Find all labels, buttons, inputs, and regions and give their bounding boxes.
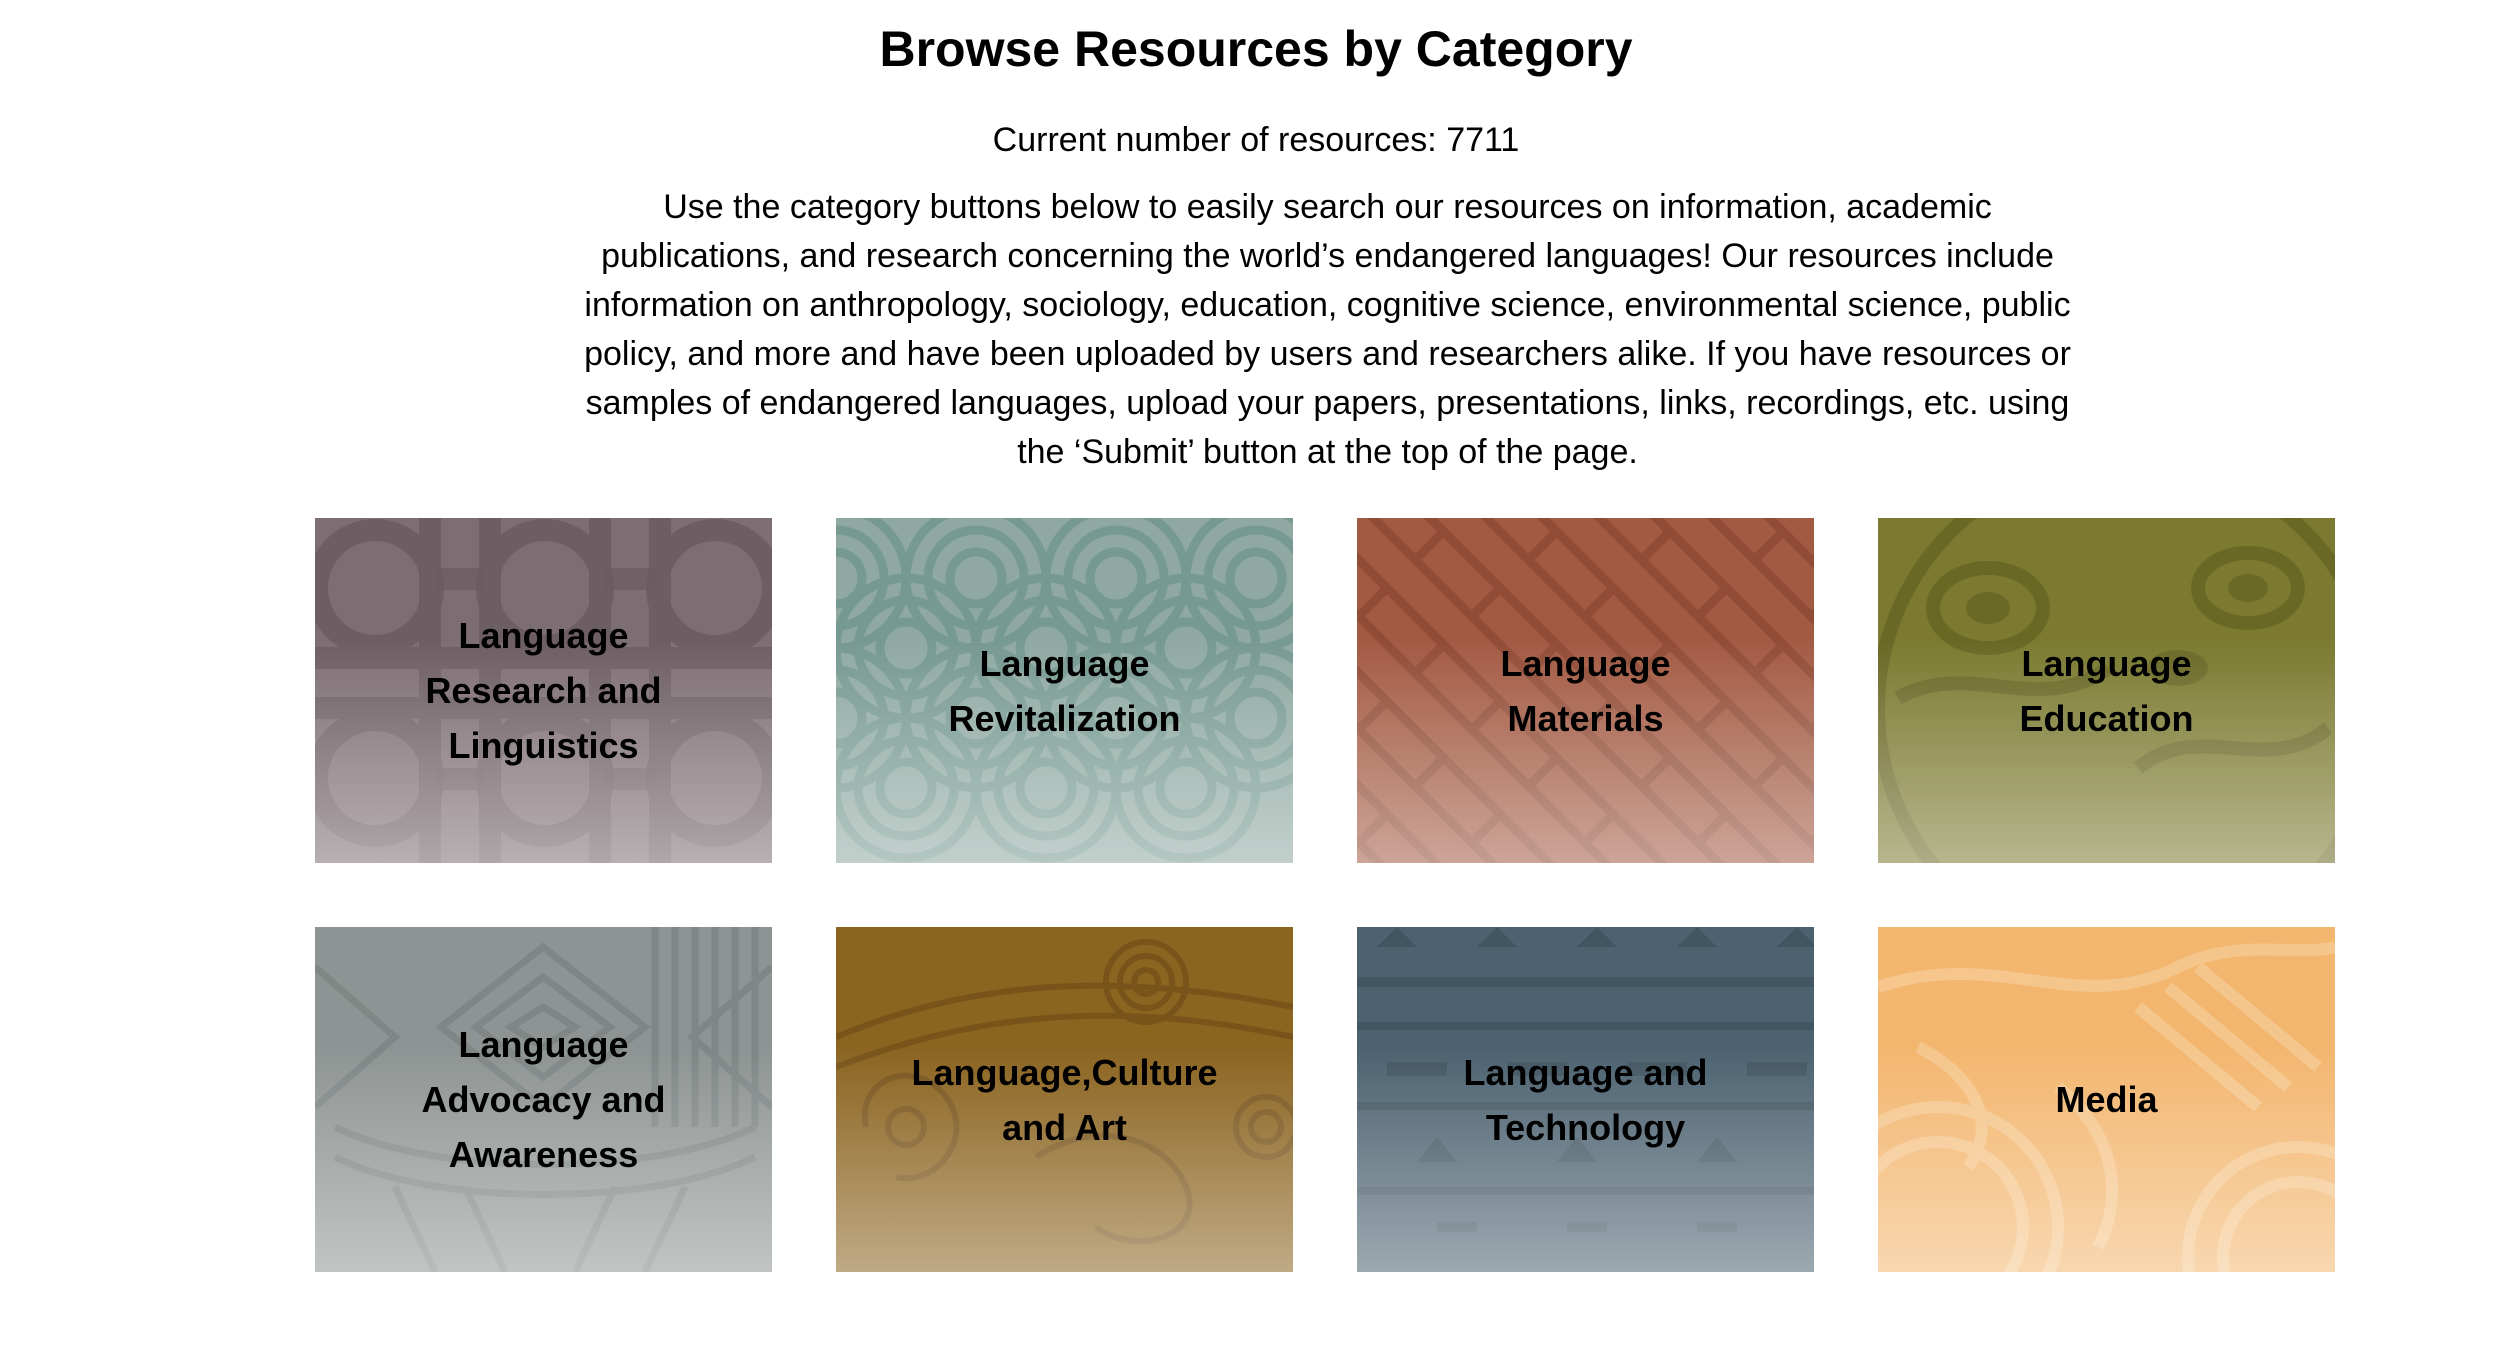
category-label: Media [2055,1079,2158,1120]
category-button-media[interactable]: Media [1878,927,2335,1272]
category-button-culture-art[interactable]: Language,Culture and Art [836,927,1293,1272]
category-button-materials[interactable]: Language Materials [1357,518,1814,863]
category-label: Language Revitalization [948,642,1181,739]
category-label: Language Materials [1500,642,1671,739]
category-label: Language Education [2019,642,2194,739]
category-grid: Language Research and Linguistics Langua… [315,518,2335,1272]
category-button-education[interactable]: Language Education [1878,518,2335,863]
category-button-technology[interactable]: Language and Technology [1357,927,1814,1272]
category-button-advocacy[interactable]: Language Advocacy and Awareness [315,927,772,1272]
category-label: Language and Technology [1463,1051,1708,1148]
resource-count: Current number of resources: 7711 [992,121,1520,159]
category-label: Language Advocacy and Awareness [421,1024,666,1175]
category-button-revitalization[interactable]: Language Revitalization [836,518,1293,863]
category-label: Language,Culture and Art [911,1051,1218,1148]
category-button-research-linguistics[interactable]: Language Research and Linguistics [315,518,772,863]
page-title: Browse Resources by Category [879,21,1633,77]
category-label: Language Research and Linguistics [425,615,662,766]
intro-description: Use the category buttons below to easily… [584,188,2071,471]
